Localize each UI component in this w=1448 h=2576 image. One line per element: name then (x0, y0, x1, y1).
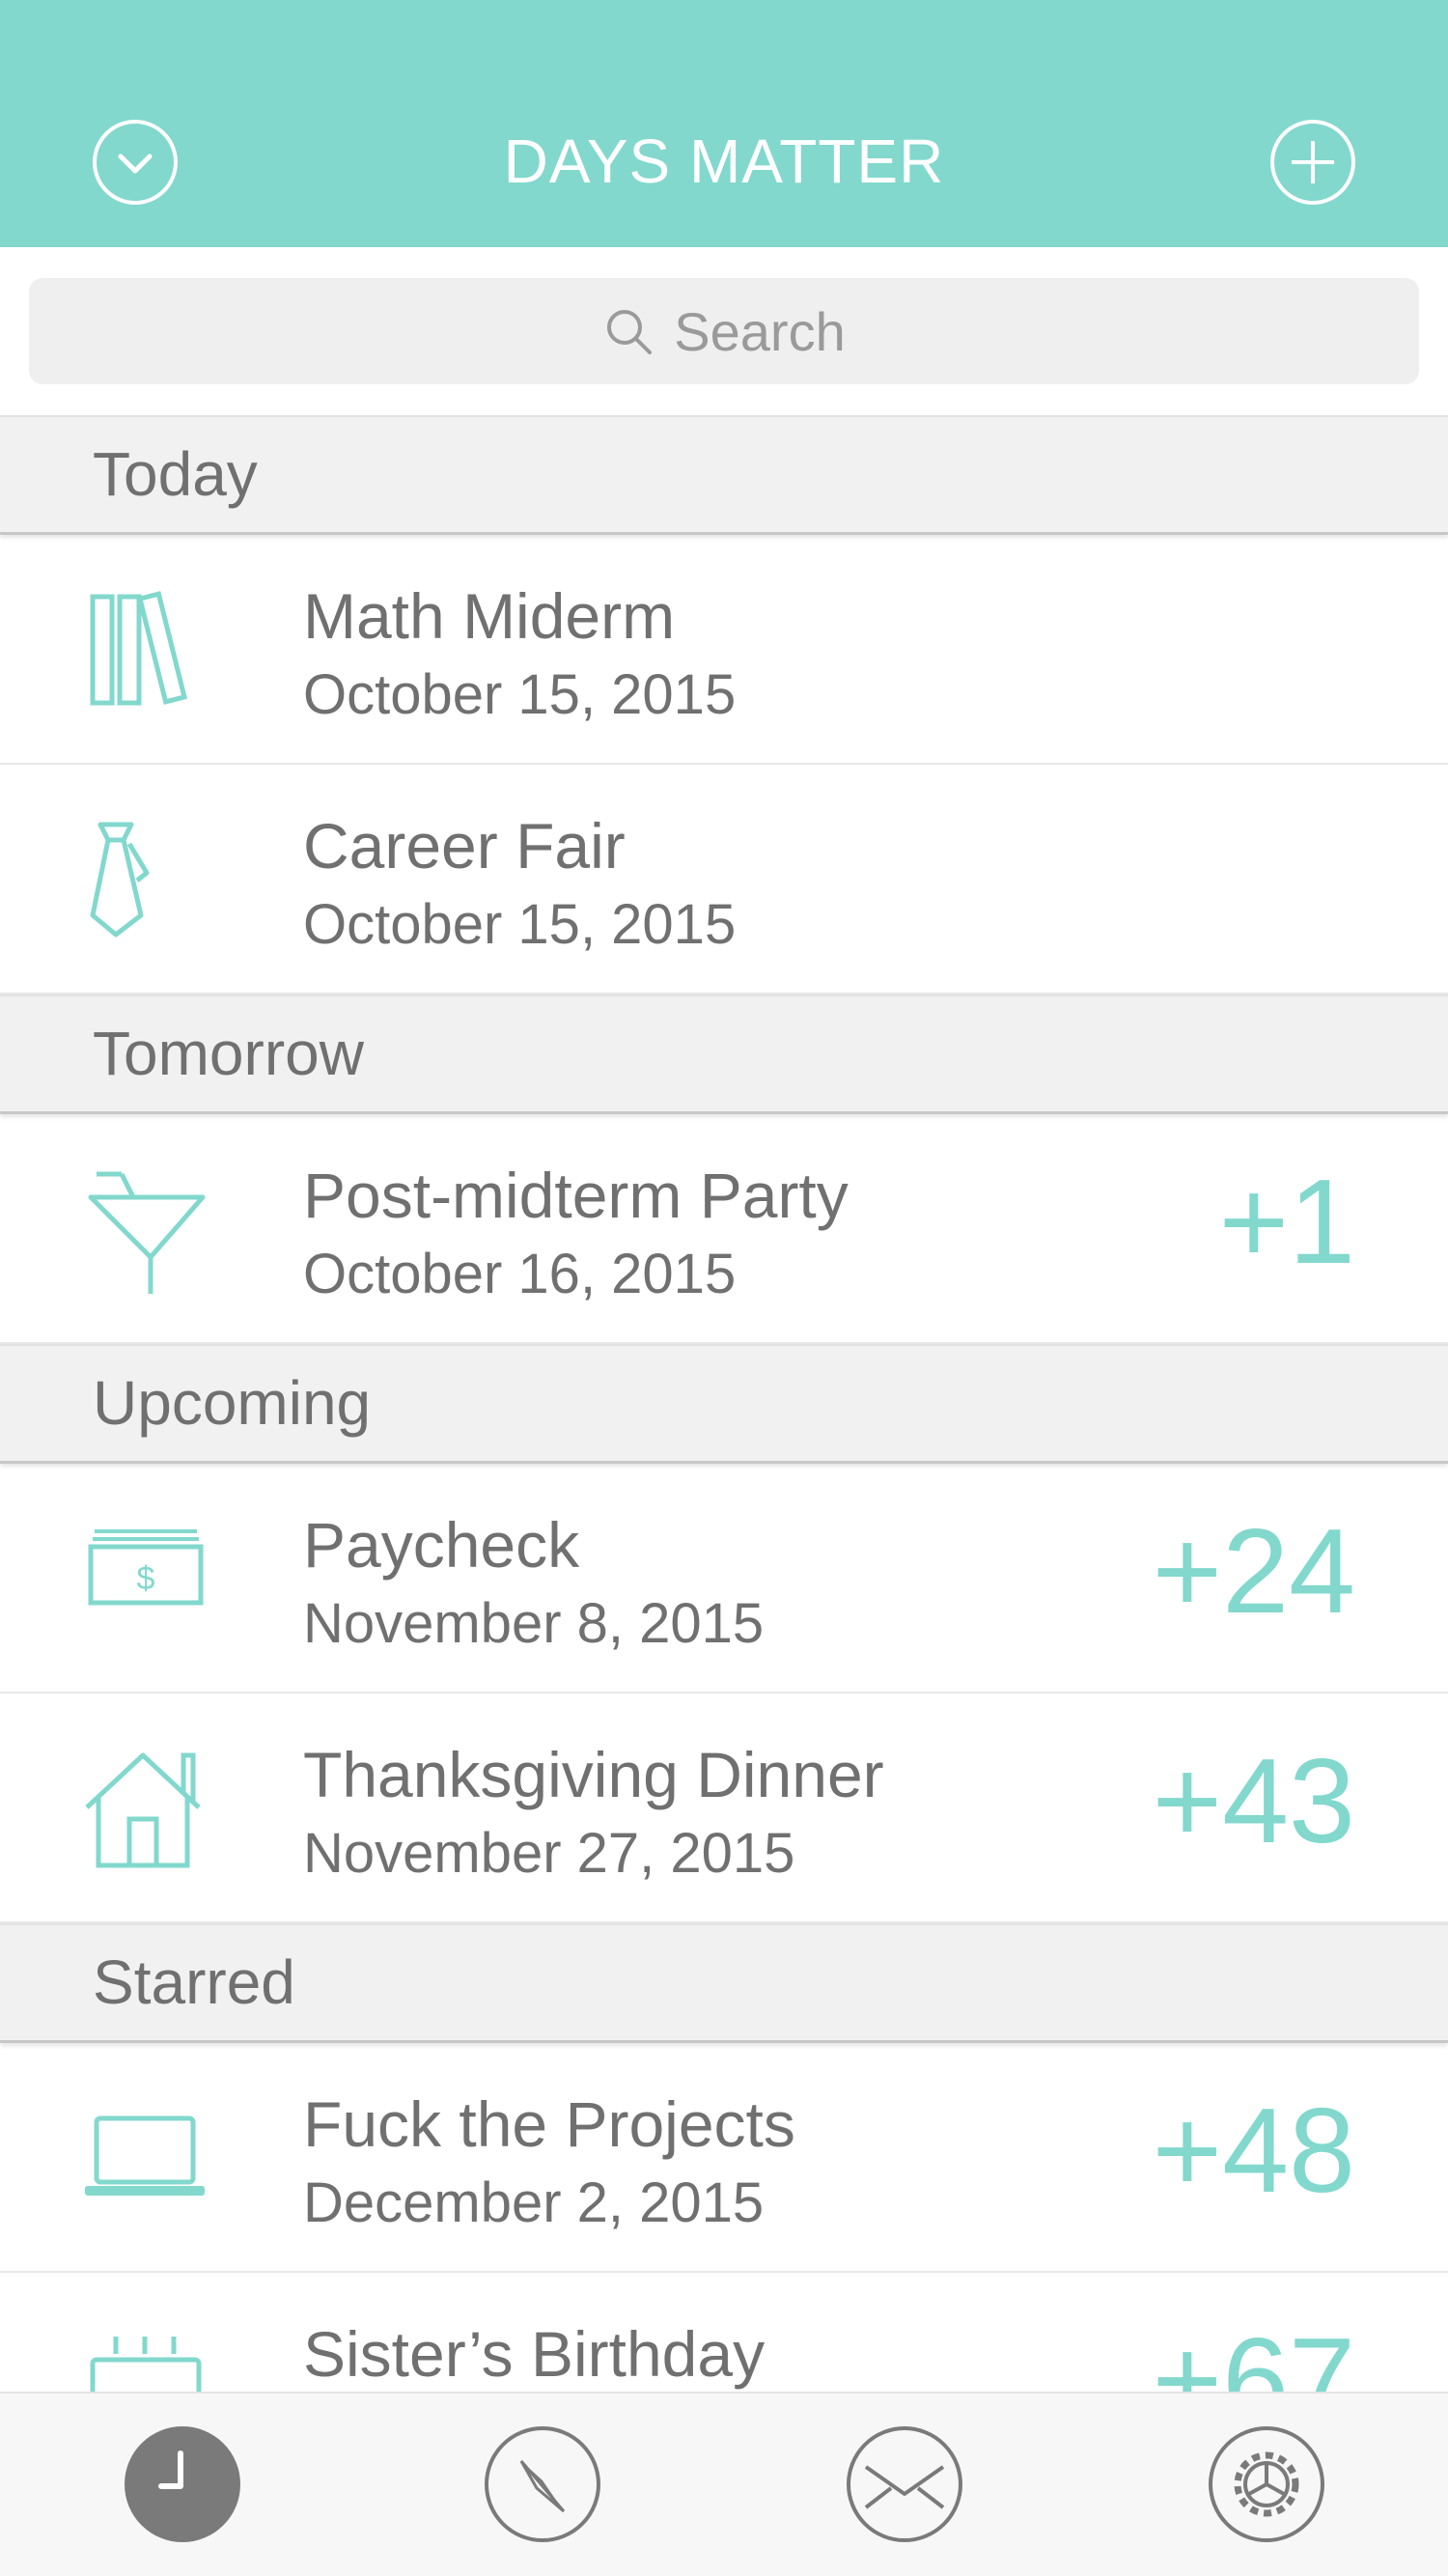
cocktail-icon (88, 1171, 206, 1294)
search-area: Search (0, 247, 1448, 417)
search-placeholder: Search (674, 300, 846, 362)
section-label: Tomorrow (93, 1019, 364, 1088)
birthday-cake-icon (90, 2337, 202, 2392)
days-count: +48 (1152, 2085, 1355, 2218)
section-header-upcoming: Upcoming (0, 1344, 1448, 1464)
event-name: Sister’s Birthday (303, 2318, 766, 2390)
list-item[interactable]: $ Paycheck November 8, 2015 +24 (0, 1464, 1448, 1694)
app-title: DAYS MATTER (503, 126, 945, 196)
tab-mail[interactable] (845, 2424, 964, 2544)
days-count: +43 (1152, 1735, 1355, 1868)
event-date: December 2, 2015 (303, 2171, 765, 2234)
mail-icon (847, 2426, 962, 2542)
list-item[interactable]: Math Miderm October 15, 2015 (0, 535, 1448, 765)
header-bar: DAYS MATTER (0, 0, 1448, 247)
compass-icon (485, 2426, 600, 2542)
list-item[interactable]: Post-midterm Party October 16, 2015 +1 (0, 1114, 1448, 1344)
house-icon (85, 1752, 201, 1868)
event-date: November 8, 2015 (303, 1592, 765, 1655)
plus-circle-icon[interactable] (1268, 118, 1357, 207)
section-label: Upcoming (93, 1368, 372, 1438)
section-header-today: Today (0, 415, 1448, 535)
days-count: +24 (1152, 1505, 1355, 1638)
list-item[interactable]: Sister’s Birthday +67 (0, 2273, 1448, 2392)
event-date: October 16, 2015 (303, 1243, 737, 1305)
money-icon: $ (88, 1529, 204, 1606)
event-date: November 27, 2015 (303, 1822, 795, 1885)
list-item[interactable]: Fuck the Projects December 2, 2015 +48 (0, 2043, 1448, 2273)
laptop-icon (85, 2115, 205, 2196)
events-list[interactable]: Today Math Miderm October 15, 2015 Caree… (0, 415, 1448, 2392)
event-date: October 15, 2015 (303, 893, 737, 956)
settings-gear-icon (1209, 2426, 1324, 2542)
event-date: October 15, 2015 (303, 663, 737, 726)
event-name: Fuck the Projects (303, 2088, 795, 2160)
svg-text:$: $ (137, 1560, 155, 1597)
event-name: Career Fair (303, 810, 626, 882)
list-item[interactable]: Thanksgiving Dinner November 27, 2015 +4… (0, 1694, 1448, 1923)
days-count: +67 (1152, 2314, 1355, 2392)
tab-settings[interactable] (1207, 2424, 1326, 2544)
search-icon (607, 310, 653, 354)
tab-clock[interactable] (123, 2424, 242, 2544)
event-name: Math Miderm (303, 580, 676, 652)
section-header-starred: Starred (0, 1923, 1448, 2043)
event-name: Post-midterm Party (303, 1160, 849, 1231)
books-icon (90, 591, 188, 706)
event-name: Thanksgiving Dinner (303, 1739, 884, 1810)
days-count: +1 (1218, 1156, 1355, 1289)
section-label: Today (93, 439, 258, 509)
search-input[interactable]: Search (29, 278, 1419, 384)
tab-compass[interactable] (483, 2424, 602, 2544)
section-label: Starred (93, 1947, 295, 2017)
section-header-tomorrow: Tomorrow (0, 994, 1448, 1114)
tie-icon (90, 822, 150, 938)
clock-icon (125, 2426, 240, 2542)
event-name: Paycheck (303, 1509, 580, 1581)
list-item[interactable]: Career Fair October 15, 2015 (0, 765, 1448, 994)
tab-bar (0, 2392, 1448, 2576)
